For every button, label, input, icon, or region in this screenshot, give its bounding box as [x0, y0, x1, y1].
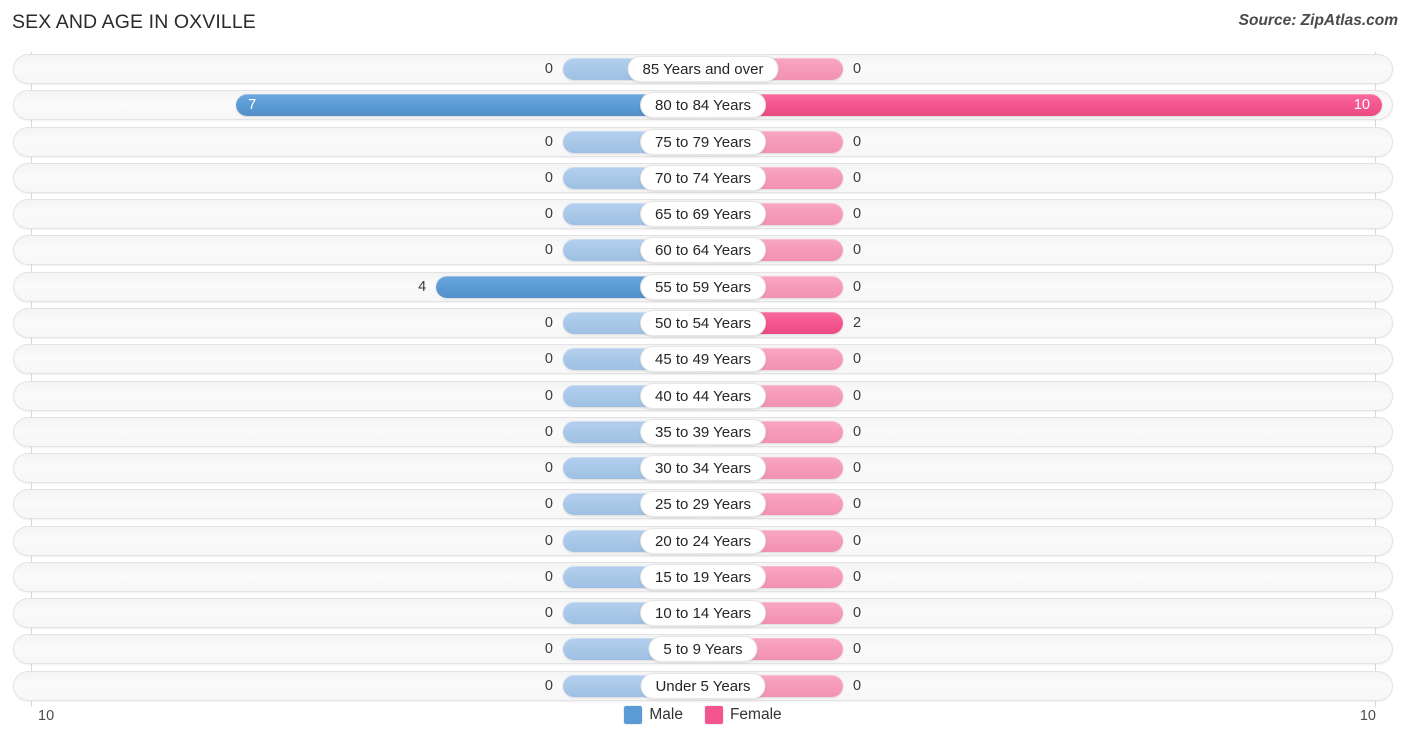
value-label-female: 0 — [853, 496, 862, 513]
value-label-female: 0 — [853, 568, 862, 585]
value-label-male: 0 — [544, 568, 553, 585]
value-label-male: 0 — [544, 423, 553, 440]
chart-header: SEX AND AGE IN OXVILLE Source: ZipAtlas.… — [0, 0, 1406, 44]
page-title: SEX AND AGE IN OXVILLE — [12, 11, 256, 33]
value-label-female: 0 — [853, 351, 862, 368]
bar-female[interactable] — [703, 94, 1382, 117]
age-group-label: 75 to 79 Years — [640, 128, 766, 155]
value-label-male: 0 — [544, 314, 553, 331]
age-group-label: 50 to 54 Years — [640, 309, 766, 336]
value-label-female: 0 — [853, 423, 862, 440]
chart-legend: Male Female — [0, 706, 1406, 724]
population-pyramid-plot: 0 0 85 Years and over 7 10 80 to 84 Years 0 0 75… — [0, 44, 1406, 707]
value-label-female: 2 — [853, 314, 862, 331]
value-label-female: 0 — [853, 242, 862, 259]
age-group-label: 70 to 74 Years — [640, 164, 766, 191]
value-label-female: 0 — [853, 387, 862, 404]
legend-label-female: Female — [729, 706, 782, 723]
value-label-female: 0 — [853, 532, 862, 549]
legend-item-female[interactable]: Female — [704, 706, 782, 724]
age-group-label: 55 to 59 Years — [640, 273, 766, 300]
age-group-label: 40 to 44 Years — [640, 382, 766, 409]
age-group-label: 25 to 29 Years — [640, 491, 766, 518]
value-label-female: 10 — [1353, 97, 1370, 114]
legend-swatch-female-icon — [704, 706, 723, 724]
value-label-male: 0 — [544, 496, 553, 513]
age-group-label: 60 to 64 Years — [640, 237, 766, 264]
age-group-label: 35 to 39 Years — [640, 418, 766, 445]
legend-item-male[interactable]: Male — [624, 706, 683, 724]
value-label-male: 0 — [544, 206, 553, 223]
value-label-female: 0 — [853, 133, 862, 150]
value-label-female: 0 — [853, 605, 862, 622]
value-label-male: 0 — [544, 677, 553, 694]
value-label-male: 0 — [544, 242, 553, 259]
age-group-label: 30 to 34 Years — [640, 455, 766, 482]
value-label-male: 0 — [544, 641, 553, 658]
source-attribution: Source: ZipAtlas.com — [1238, 12, 1398, 29]
legend-label-male: Male — [649, 706, 683, 723]
value-label-female: 0 — [853, 677, 862, 694]
value-label-female: 0 — [853, 641, 862, 658]
value-label-male: 7 — [248, 97, 257, 114]
value-label-female: 0 — [853, 61, 862, 77]
value-label-male: 0 — [544, 61, 553, 77]
value-label-male: 0 — [544, 351, 553, 368]
age-group-label: 10 to 14 Years — [640, 600, 766, 627]
value-label-male: 0 — [544, 605, 553, 622]
age-group-label: 65 to 69 Years — [640, 201, 766, 228]
age-group-label: 80 to 84 Years — [640, 92, 766, 119]
value-label-male: 0 — [544, 169, 553, 186]
value-label-female: 0 — [853, 460, 862, 477]
age-group-label: 15 to 19 Years — [640, 563, 766, 590]
value-label-male: 0 — [544, 387, 553, 404]
legend-swatch-male-icon — [624, 706, 643, 724]
value-label-male: 0 — [544, 532, 553, 549]
age-group-label: 85 Years and over — [627, 56, 779, 82]
value-label-female: 0 — [853, 169, 862, 186]
value-label-female: 0 — [853, 206, 862, 223]
age-group-label: Under 5 Years — [640, 672, 766, 699]
chart-footer: 10 10 Male Female — [0, 703, 1406, 741]
age-group-label: 5 to 9 Years — [648, 636, 758, 663]
value-label-male: 0 — [544, 460, 553, 477]
value-label-female: 0 — [853, 278, 862, 295]
bar-male[interactable] — [236, 94, 703, 117]
age-group-label: 45 to 49 Years — [640, 346, 766, 373]
value-label-male: 0 — [544, 133, 553, 150]
age-group-label: 20 to 24 Years — [640, 527, 766, 554]
value-label-male: 4 — [418, 278, 427, 295]
